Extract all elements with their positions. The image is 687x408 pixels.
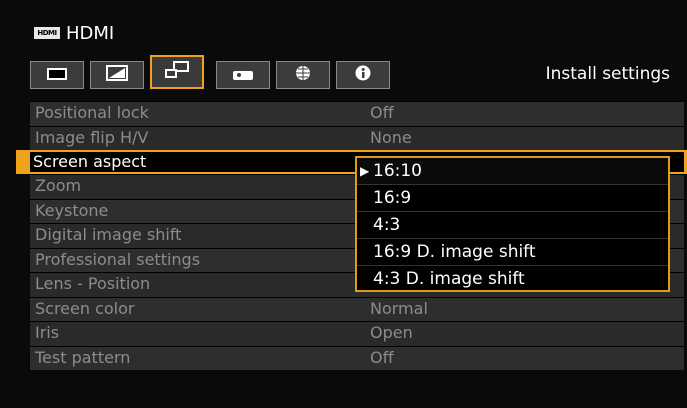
projector-icon <box>232 66 254 85</box>
option-label: 4:3 <box>373 215 401 235</box>
tab-install-settings[interactable] <box>150 55 204 89</box>
menu-item-positional-lock[interactable]: Positional lock Off <box>30 101 684 126</box>
menu-item-label: Keystone <box>35 200 109 220</box>
info-icon <box>355 65 371 85</box>
menu-item-label: Test pattern <box>35 347 131 367</box>
tab-advanced-image[interactable] <box>90 61 144 89</box>
tab-system[interactable] <box>216 61 270 89</box>
menu-item-label: Screen aspect <box>33 152 147 171</box>
menu-item-value: Normal <box>370 298 428 318</box>
hdmi-icon: HDMI <box>34 27 60 39</box>
aspect-option-4-3-d-image-shift[interactable]: 4:3 D. image shift <box>357 266 668 292</box>
tab-title: Install settings <box>545 64 670 84</box>
menu-item-iris[interactable]: Iris Open <box>30 321 684 346</box>
tab-network[interactable] <box>276 61 330 89</box>
selection-marker <box>16 150 30 174</box>
aspect-option-16-9[interactable]: 16:9 <box>357 185 668 212</box>
image-adjust-icon <box>46 66 68 85</box>
aspect-option-16-10[interactable]: ▶ 16:10 <box>357 158 668 185</box>
input-source: HDMI HDMI <box>34 20 114 46</box>
osd-menu: HDMI HDMI Install settings Positional lo… <box>0 0 687 408</box>
menu-item-screen-color[interactable]: Screen color Normal <box>30 296 684 321</box>
menu-item-label: Professional settings <box>35 249 201 269</box>
tab-information[interactable] <box>336 61 390 89</box>
option-label: 16:9 D. image shift <box>373 242 536 262</box>
menu-item-label: Digital image shift <box>35 225 182 244</box>
tab-image[interactable] <box>30 61 84 89</box>
menu-item-value: Off <box>370 103 394 122</box>
menu-item-image-flip[interactable]: Image flip H/V None <box>30 125 684 150</box>
tab-bar: Install settings <box>30 55 680 92</box>
screen-aspect-dropdown: ▶ 16:10 16:9 4:3 16:9 D. image shift 4:3… <box>355 156 670 292</box>
option-label: 4:3 D. image shift <box>373 269 525 289</box>
menu-item-label: Zoom <box>35 176 82 195</box>
menu-item-value: Open <box>370 323 413 342</box>
menu-item-value: None <box>370 127 412 147</box>
aspect-option-16-9-d-image-shift[interactable]: 16:9 D. image shift <box>357 239 668 266</box>
menu-item-test-pattern[interactable]: Test pattern Off <box>30 345 684 370</box>
menu-item-label: Lens - Position <box>35 274 151 293</box>
input-source-label: HDMI <box>66 22 115 44</box>
advanced-image-icon <box>106 65 128 85</box>
menu-item-label: Positional lock <box>35 103 149 122</box>
menu-item-label: Screen color <box>35 298 135 318</box>
globe-icon <box>295 65 311 85</box>
menu-item-label: Image flip H/V <box>35 127 149 147</box>
menu-item-value: Off <box>370 347 394 367</box>
option-label: 16:10 <box>373 161 422 181</box>
install-settings-icon <box>164 60 190 84</box>
option-label: 16:9 <box>373 188 412 208</box>
selected-caret-icon: ▶ <box>360 164 370 178</box>
menu-item-label: Iris <box>35 323 60 342</box>
aspect-option-4-3[interactable]: 4:3 <box>357 212 668 239</box>
